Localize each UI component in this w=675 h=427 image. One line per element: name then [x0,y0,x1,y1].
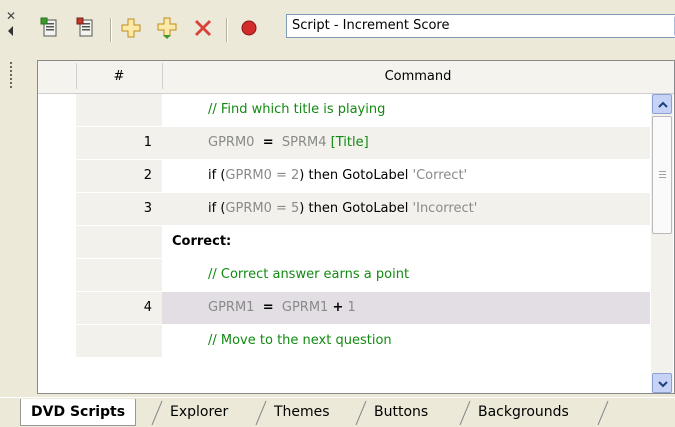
register: GPRM1 [281,300,329,315]
keyword-then: then [308,201,339,216]
toolbar-separator [110,18,112,42]
label-cell[interactable]: Correct: [162,226,650,258]
add-command-button[interactable] [118,15,144,41]
plus-icon [121,18,141,38]
row-selector[interactable] [38,292,76,324]
register: SPRM4 [281,135,327,150]
script-select-value: Script - Increment Score [292,18,450,33]
record-button[interactable] [236,15,262,41]
close-panel-icon[interactable]: ✕ [6,9,16,23]
operator: = [262,300,274,315]
row-number: 3 [76,193,162,225]
row-selector[interactable] [38,226,76,258]
register: GPRM0 [225,201,272,216]
register: GPRM0 [208,135,255,150]
operator: + [332,300,344,315]
new-script-button[interactable] [38,15,64,41]
panel-tab-strip: DVD Scripts Explorer Themes Buttons Back… [0,397,675,427]
condition: = 5 [276,201,300,216]
command-cell[interactable]: if (GPRM0 = 2) then GotoLabel 'Correct' [162,160,650,192]
delete-script-button[interactable] [74,15,100,41]
comment-text: // Move to the next question [208,333,392,348]
toolbar-separator [226,18,228,42]
table-row-selected[interactable]: 4 GPRM1 = GPRM1 + 1 [38,292,650,325]
row-number: 4 [76,292,162,324]
command-cell[interactable]: GPRM0 = SPRM4 [Title] [162,127,650,159]
insert-command-button[interactable] [154,15,180,41]
register-annotation: [Title] [330,135,369,150]
table-row[interactable]: Correct: [38,226,650,259]
table-row[interactable]: // Move to the next question [38,325,650,358]
script-toolbar: Script - Increment Score [26,10,675,50]
register: GPRM0 [225,168,272,183]
operator: = [262,135,274,150]
keyword-if: if [208,168,217,183]
row-selector[interactable] [38,259,76,291]
row-number: 2 [76,160,162,192]
label-argument: 'Incorrect' [412,201,478,216]
table-row[interactable]: 1 GPRM0 = SPRM4 [Title] [38,127,650,160]
row-selector[interactable] [38,160,76,192]
row-number [76,226,162,258]
goto-label-command: GotoLabel [342,201,409,216]
scroll-down-button[interactable] [652,373,672,393]
paren: ) [299,168,305,183]
table-row[interactable]: // Find which title is playing [38,94,650,127]
register: GPRM1 [208,300,255,315]
row-selector[interactable] [38,193,76,225]
keyword-then: then [308,168,339,183]
command-rows: // Find which title is playing 1 GPRM0 =… [38,94,650,358]
grid-header: # Command [38,61,674,94]
delete-command-button[interactable] [190,15,216,41]
record-icon [241,20,257,36]
delete-script-icon [76,17,93,37]
tab-separators [151,400,609,426]
scrollbar-thumb[interactable] [652,116,672,234]
vertical-scrollbar[interactable] [651,94,673,393]
drag-handle-icon[interactable] [10,62,13,90]
goto-label-command: GotoLabel [342,168,409,183]
row-selector[interactable] [38,325,76,357]
row-number: 1 [76,127,162,159]
collapse-arrow-icon[interactable] [8,26,13,36]
command-cell[interactable]: GPRM1 = GPRM1 + 1 [162,292,650,324]
insert-plus-icon [157,17,177,39]
comment-text: // Find which title is playing [208,102,386,117]
column-header-number[interactable]: # [76,69,162,84]
row-selector[interactable] [38,94,76,126]
scroll-up-button[interactable] [652,94,672,114]
keyword-if: if [208,201,217,216]
row-number [76,94,162,126]
panel-gripper: ✕ [0,0,26,400]
row-number [76,259,162,291]
condition: = 2 [276,168,300,183]
delete-x-icon [195,20,211,36]
table-row[interactable]: // Correct answer earns a point [38,259,650,292]
command-cell[interactable]: // Move to the next question [162,325,650,357]
command-cell[interactable]: // Correct answer earns a point [162,259,650,291]
row-selector[interactable] [38,127,76,159]
table-row[interactable]: 3 if (GPRM0 = 5) then GotoLabel 'Incorre… [38,193,650,226]
new-script-icon [40,17,57,37]
command-cell[interactable]: if (GPRM0 = 5) then GotoLabel 'Incorrect… [162,193,650,225]
script-command-grid: # Command // Find which title is playing… [37,60,675,394]
command-cell[interactable]: // Find which title is playing [162,94,650,126]
column-header-command[interactable]: Command [162,69,674,84]
value: 1 [347,300,356,315]
label-argument: 'Correct' [412,168,468,183]
row-number [76,325,162,357]
chevron-up-icon [658,101,668,108]
chevron-down-icon [658,381,668,388]
comment-text: // Correct answer earns a point [208,267,410,282]
table-row[interactable]: 2 if (GPRM0 = 2) then GotoLabel 'Correct… [38,160,650,193]
paren: ) [299,201,305,216]
script-select[interactable]: Script - Increment Score [286,14,675,38]
